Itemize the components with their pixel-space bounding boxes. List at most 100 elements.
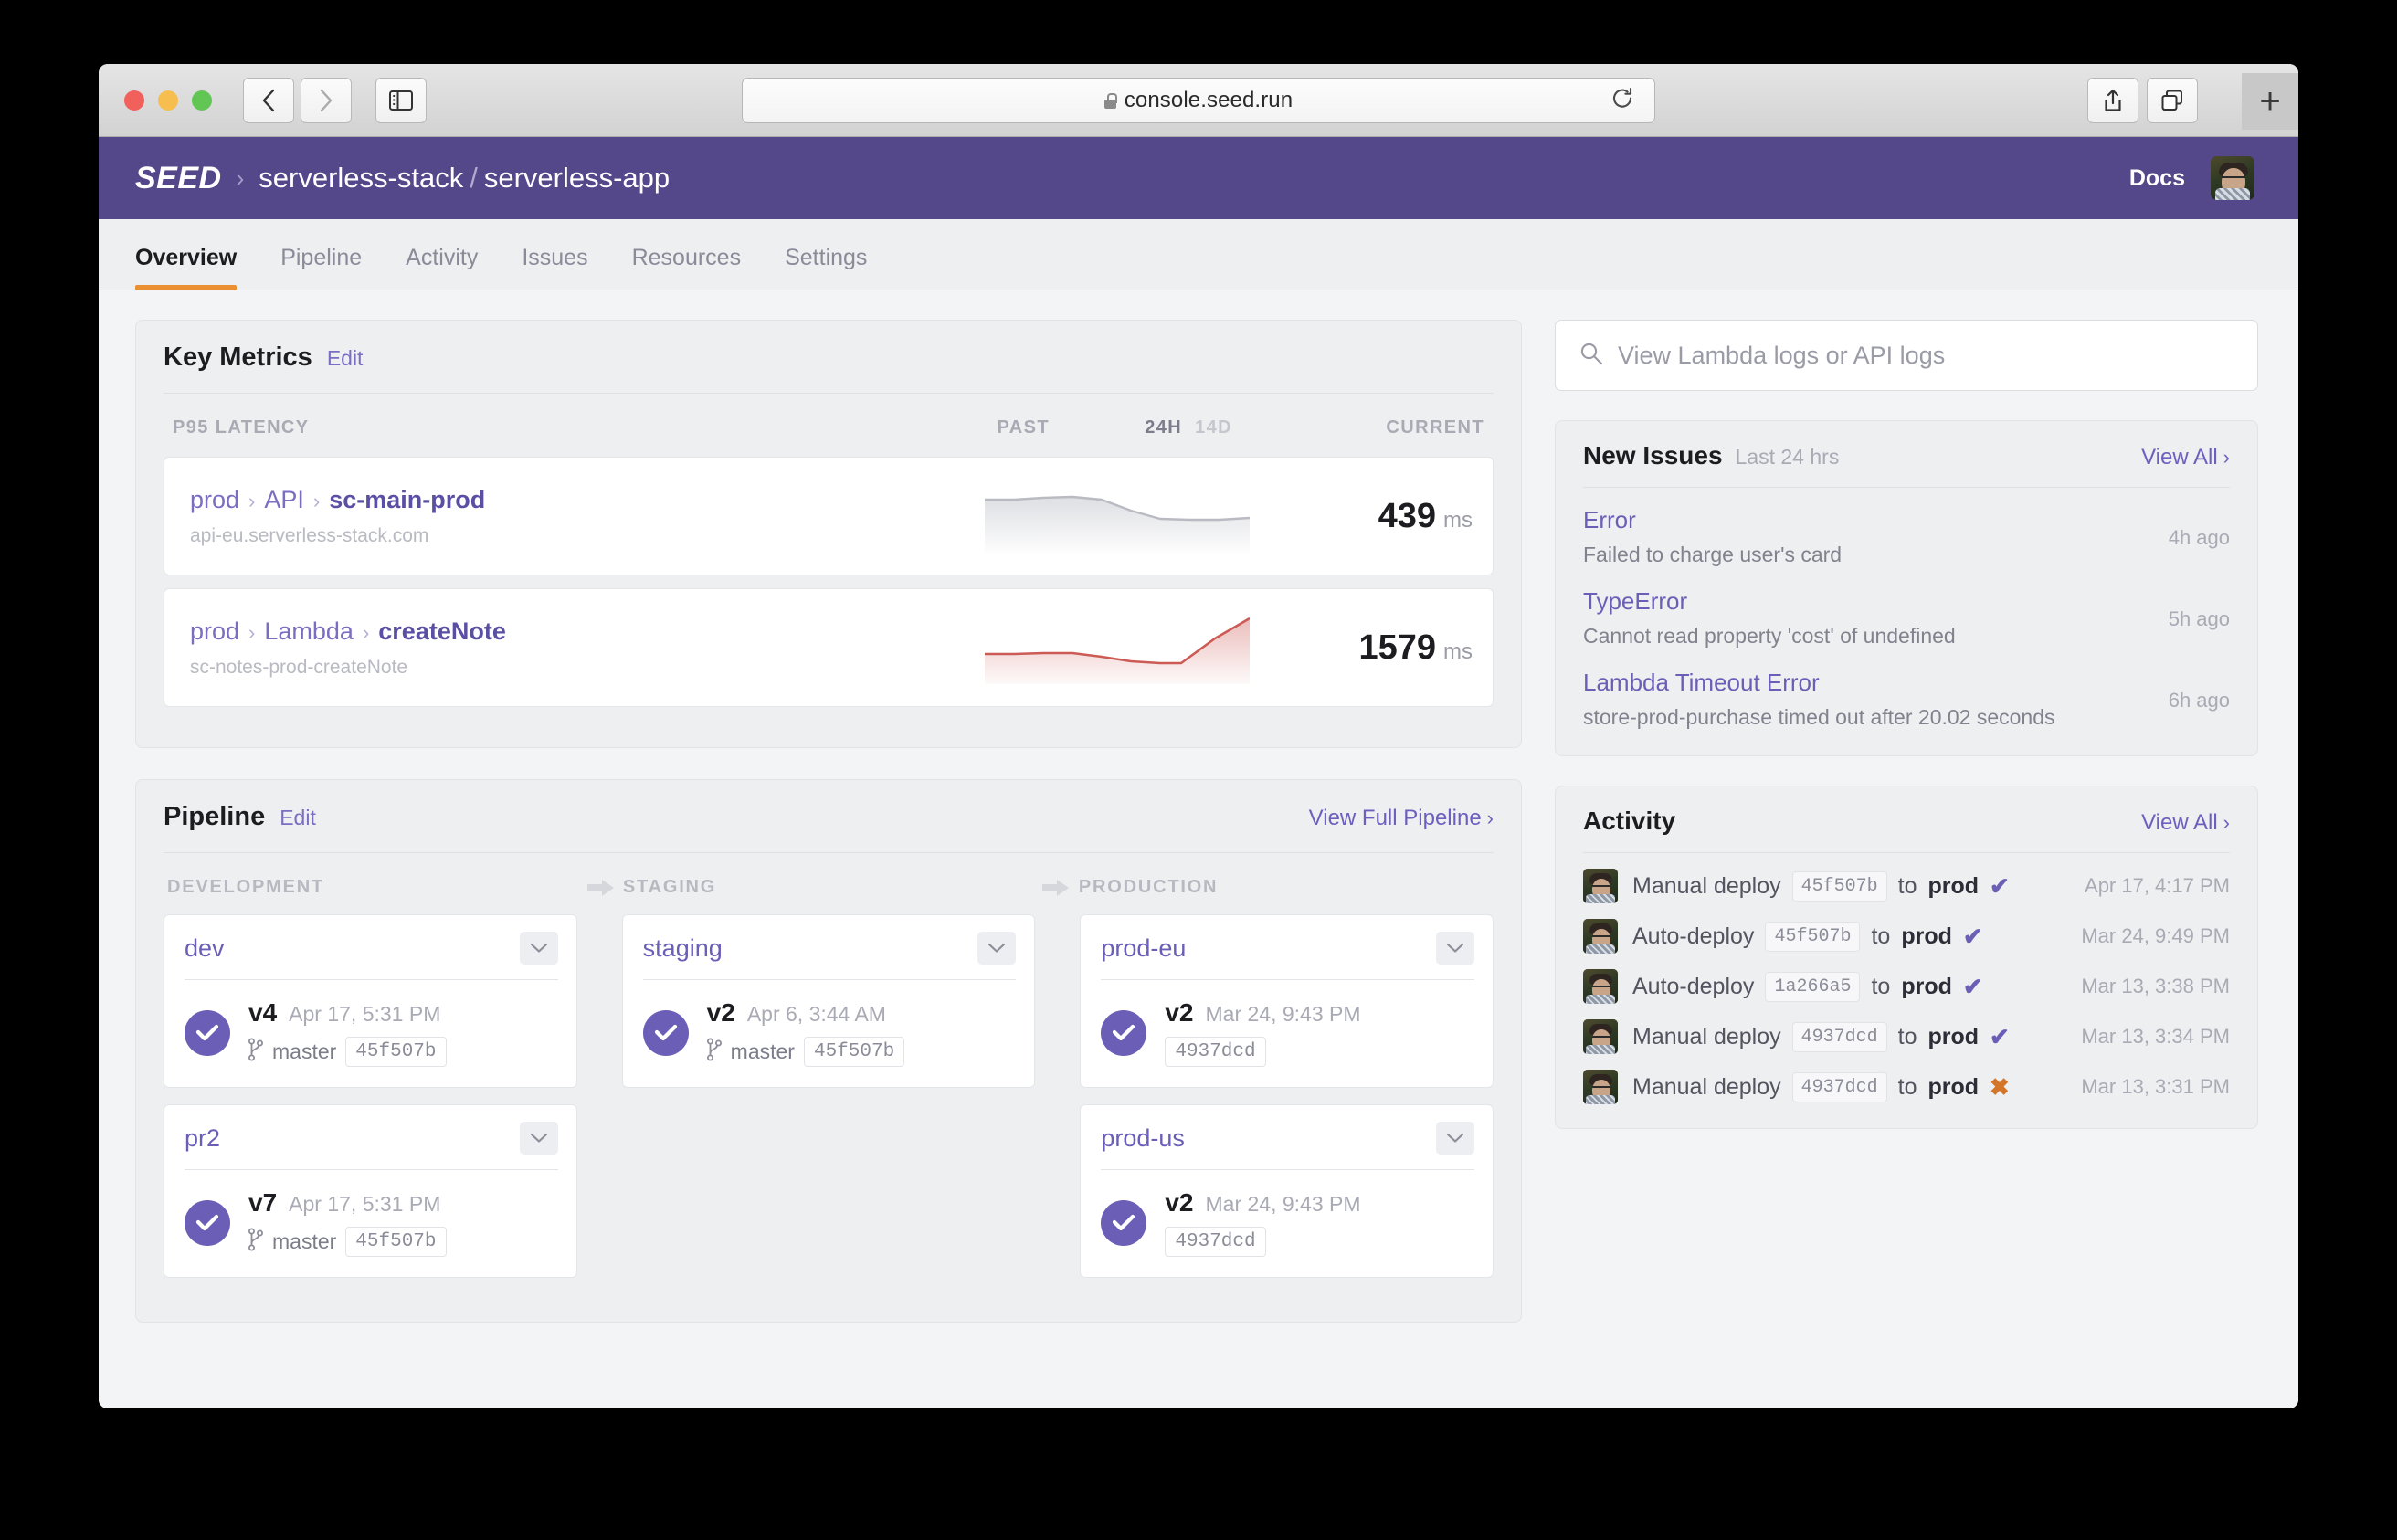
share-icon[interactable] xyxy=(2087,78,2138,123)
new-issues-header: New Issues Last 24 hrs View All › xyxy=(1583,441,2230,488)
app-header: SEED › serverless-stack / serverless-app D… xyxy=(99,137,2298,219)
docs-link[interactable]: Docs xyxy=(2129,165,2185,192)
activity-item[interactable]: Auto-deploy 45f507b to prod ✔ Mar 24, 9:… xyxy=(1583,903,2230,954)
build-date: Apr 6, 3:44 AM xyxy=(746,1002,886,1026)
metric-leaf[interactable]: sc-main-prod xyxy=(329,486,485,513)
metric-sparkline xyxy=(893,480,1250,553)
chevron-down-icon[interactable] xyxy=(977,932,1017,965)
stage-card[interactable]: dev v4 Apr 17, 5:31 PM master 45f507b xyxy=(164,914,577,1088)
issue-time: 4h ago xyxy=(2168,526,2230,549)
stage-card[interactable]: staging v2 Apr 6, 3:44 AM master 45f507b xyxy=(621,914,1036,1088)
metric-type[interactable]: Lambda xyxy=(264,617,354,645)
new-tab-button[interactable]: + xyxy=(2242,73,2298,130)
maximize-window-button[interactable] xyxy=(192,90,212,111)
range-option-14d[interactable]: 14D xyxy=(1195,417,1232,438)
avatar[interactable] xyxy=(2211,156,2254,200)
activity-item[interactable]: Auto-deploy 1a266a5 to prod ✔ Mar 13, 3:… xyxy=(1583,954,2230,1004)
issue-item[interactable]: Error Failed to charge user's card 4h ag… xyxy=(1583,488,2230,569)
view-all-label: View All xyxy=(2141,810,2218,835)
commit-hash[interactable]: 45f507b xyxy=(803,1037,905,1067)
key-metrics-edit-link[interactable]: Edit xyxy=(327,346,364,371)
commit-hash[interactable]: 45f507b xyxy=(345,1227,447,1257)
reload-icon[interactable] xyxy=(1610,87,1634,115)
stage-column-development: dev v4 Apr 17, 5:31 PM master 45f507b pr… xyxy=(164,914,577,1294)
range-option-24h[interactable]: 24H xyxy=(1145,417,1182,438)
commit-hash[interactable]: 4937dcd xyxy=(1165,1037,1266,1067)
commit-hash[interactable]: 45f507b xyxy=(1791,870,1887,902)
seed-logo[interactable]: SEED xyxy=(135,161,222,196)
commit-hash[interactable]: 4937dcd xyxy=(1791,1071,1887,1102)
metric-stage[interactable]: prod xyxy=(190,486,239,513)
pipeline-arrow-spacer xyxy=(577,914,622,1294)
new-issues-view-all-link[interactable]: View All › xyxy=(2141,445,2230,470)
chevron-down-icon[interactable] xyxy=(519,1122,558,1155)
issue-description: Cannot read property 'cost' of undefined xyxy=(1583,624,1956,648)
activity-item[interactable]: Manual deploy 4937dcd to prod ✔ Mar 13, … xyxy=(1583,1004,2230,1054)
build-date: Mar 24, 9:43 PM xyxy=(1205,1192,1361,1216)
commit-hash[interactable]: 45f507b xyxy=(1765,921,1861,952)
back-chevron-icon[interactable] xyxy=(243,77,294,123)
chevron-down-icon[interactable] xyxy=(1435,932,1474,965)
activity-target: prod xyxy=(1927,872,1980,899)
forward-chevron-icon[interactable] xyxy=(301,77,352,123)
issue-item[interactable]: Lambda Timeout Error store-prod-purchase… xyxy=(1583,650,2230,732)
commit-hash[interactable]: 1a266a5 xyxy=(1765,971,1861,1002)
build-info: v2 Mar 24, 9:43 PM 4937dcd xyxy=(1165,998,1361,1067)
tab-pipeline[interactable]: Pipeline xyxy=(280,245,362,290)
tab-issues[interactable]: Issues xyxy=(522,245,587,290)
activity-time: Mar 13, 3:34 PM xyxy=(2081,1025,2230,1048)
view-full-pipeline-link[interactable]: View Full Pipeline › xyxy=(1309,806,1494,831)
stage-name[interactable]: dev xyxy=(185,934,225,963)
stage-card[interactable]: prod-us v2 Mar 24, 9:43 PM 4937dcd xyxy=(1080,1104,1494,1278)
stage-name[interactable]: prod-us xyxy=(1101,1124,1185,1153)
chevron-down-icon[interactable] xyxy=(1435,1122,1474,1155)
tab-overview[interactable]: Overview xyxy=(135,245,238,290)
commit-hash[interactable]: 4937dcd xyxy=(1791,1021,1887,1052)
sidebar-toggle-icon[interactable] xyxy=(375,77,427,123)
activity-item[interactable]: Manual deploy 45f507b to prod ✔ Apr 17, … xyxy=(1583,853,2230,903)
avatar xyxy=(1583,919,1618,954)
main-column: Key Metrics Edit P95 LATENCY PAST 24H 14D… xyxy=(135,320,1522,1408)
metric-leaf[interactable]: createNote xyxy=(378,617,506,645)
chevron-right-icon: › xyxy=(2223,446,2230,469)
search-input[interactable]: View Lambda logs or API logs xyxy=(1555,320,2258,391)
tab-resources[interactable]: Resources xyxy=(632,245,742,290)
metric-row[interactable]: prod › API › sc-main-prod api-eu.serverless-… xyxy=(164,457,1494,575)
minimize-window-button[interactable] xyxy=(158,90,178,111)
issue-title[interactable]: TypeError xyxy=(1583,587,2169,616)
build-version: v2 xyxy=(706,998,735,1027)
breadcrumb: serverless-stack / serverless-app xyxy=(259,162,670,195)
branch-name: master xyxy=(272,1229,337,1253)
issue-item[interactable]: TypeError Cannot read property 'cost' of… xyxy=(1583,569,2230,650)
tab-overview-icon[interactable] xyxy=(2147,78,2198,123)
breadcrumb-app[interactable]: serverless-app xyxy=(484,162,670,194)
stage-name[interactable]: prod-eu xyxy=(1101,934,1186,963)
issue-title[interactable]: Error xyxy=(1583,506,2169,534)
issue-title[interactable]: Lambda Timeout Error xyxy=(1583,669,2169,697)
activity-time: Mar 13, 3:38 PM xyxy=(2081,975,2230,997)
breadcrumb-org[interactable]: serverless-stack xyxy=(259,162,463,194)
browser-titlebar: console.seed.run + xyxy=(99,64,2298,137)
commit-hash[interactable]: 4937dcd xyxy=(1165,1227,1266,1257)
metric-row[interactable]: prod › Lambda › createNote sc-notes-prod-cre… xyxy=(164,588,1494,707)
pipeline-edit-link[interactable]: Edit xyxy=(280,806,316,830)
tab-settings[interactable]: Settings xyxy=(785,245,867,290)
build-info: v7 Apr 17, 5:31 PM master 45f507b xyxy=(248,1188,447,1257)
stage-card[interactable]: prod-eu v2 Mar 24, 9:43 PM 4937dcd xyxy=(1080,914,1494,1088)
metric-stage[interactable]: prod xyxy=(190,617,239,645)
address-bar[interactable]: console.seed.run xyxy=(742,78,1655,123)
activity-view-all-link[interactable]: View All › xyxy=(2141,810,2230,836)
metric-current-value: 439 ms xyxy=(1250,497,1473,536)
stage-name[interactable]: pr2 xyxy=(185,1124,220,1153)
chevron-down-icon[interactable] xyxy=(519,932,558,965)
stage-name[interactable]: staging xyxy=(643,934,723,963)
stage-card[interactable]: pr2 v7 Apr 17, 5:31 PM master 45f507b xyxy=(164,1104,577,1278)
activity-item[interactable]: Manual deploy 4937dcd to prod ✖ Mar 13, … xyxy=(1583,1054,2230,1104)
build-date: Mar 24, 9:43 PM xyxy=(1205,1002,1361,1026)
tab-activity[interactable]: Activity xyxy=(406,245,478,290)
metric-type[interactable]: API xyxy=(264,486,304,513)
close-window-button[interactable] xyxy=(124,90,144,111)
pipeline-header: Pipeline Edit View Full Pipeline › xyxy=(164,802,1494,853)
commit-hash[interactable]: 45f507b xyxy=(345,1037,447,1067)
metric-name-block: prod › Lambda › createNote sc-notes-prod-cre… xyxy=(190,617,893,679)
